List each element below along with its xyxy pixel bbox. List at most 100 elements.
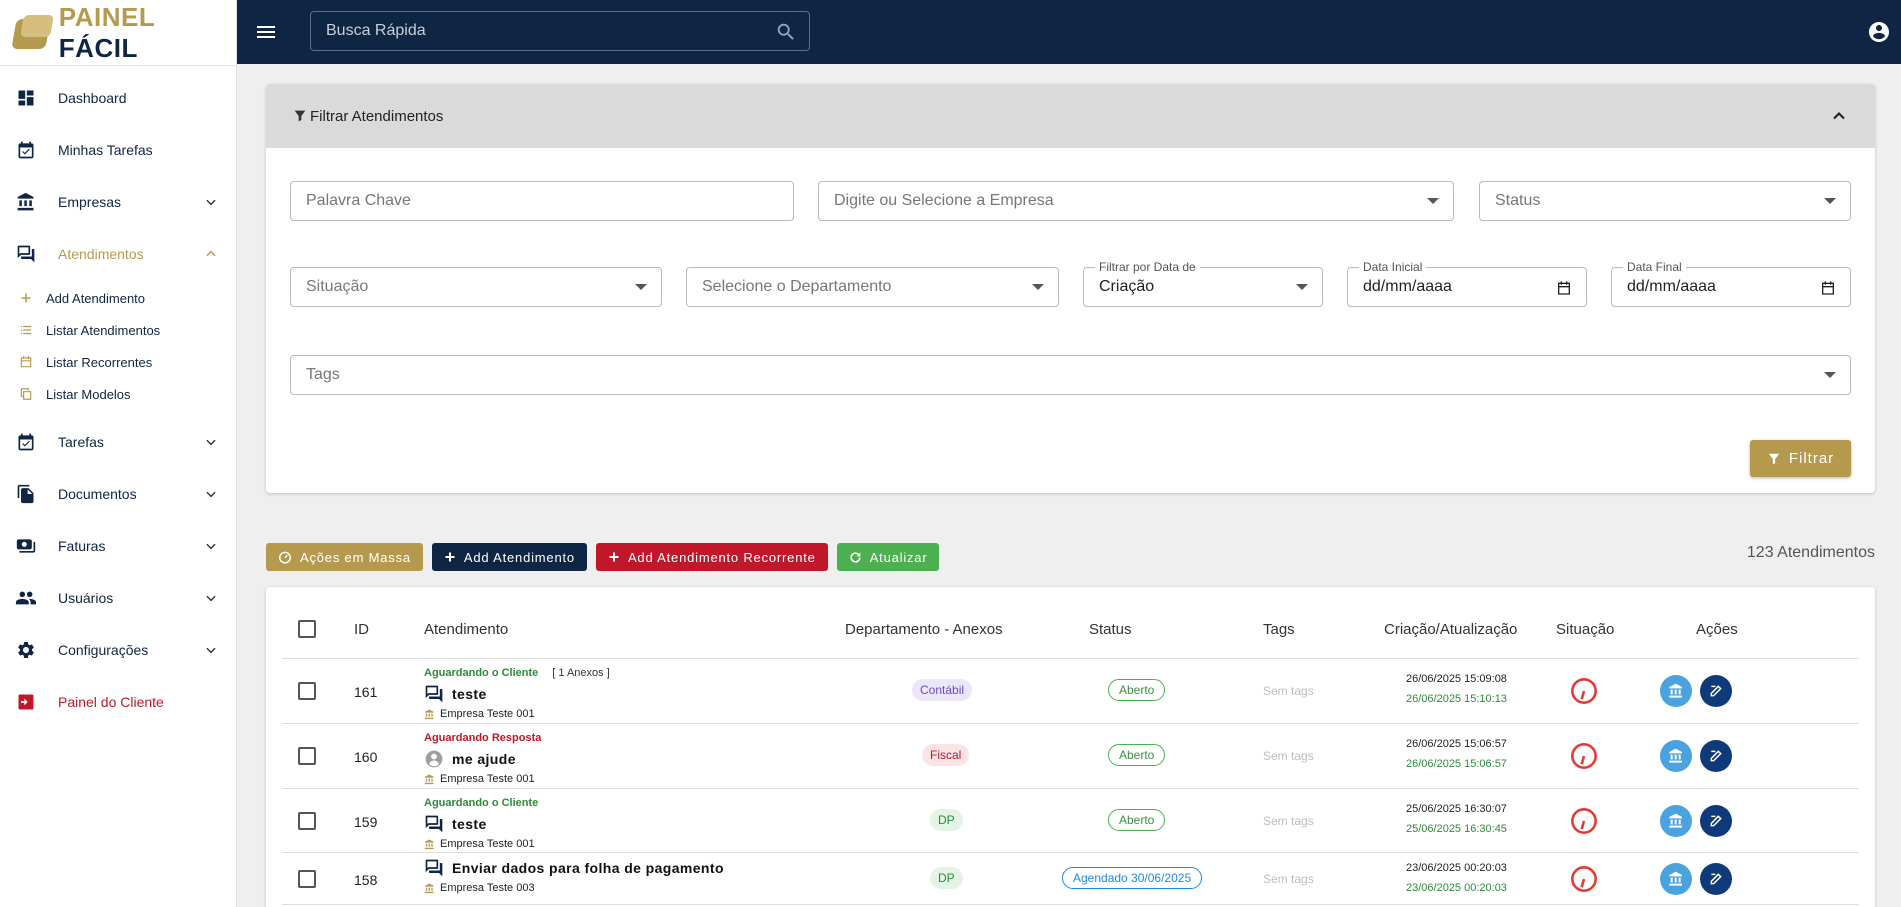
sidebar-item-configuracoes[interactable]: Configurações bbox=[0, 624, 236, 676]
row-title[interactable]: me ajude bbox=[452, 751, 516, 767]
refresh-label: Atualizar bbox=[869, 549, 928, 565]
search-input[interactable] bbox=[311, 12, 809, 50]
sidebar-subitem-listar-atendimentos[interactable]: Listar Atendimentos bbox=[0, 314, 236, 346]
edit-icon bbox=[1710, 873, 1722, 885]
status-select[interactable]: Status bbox=[1479, 181, 1851, 221]
sidebar-item-minhas-tarefas[interactable]: Minhas Tarefas bbox=[0, 124, 236, 176]
row-id: 160 bbox=[354, 749, 378, 765]
money-icon bbox=[14, 534, 38, 558]
sidebar-item-dashboard[interactable]: Dashboard bbox=[0, 72, 236, 124]
select-all-checkbox[interactable] bbox=[298, 620, 316, 638]
calendar-icon[interactable] bbox=[1556, 280, 1572, 296]
sidebar-item-usuarios[interactable]: Usuários bbox=[0, 572, 236, 624]
calendar-icon[interactable] bbox=[1820, 280, 1836, 296]
row-title[interactable]: Enviar dados para folha de pagamento bbox=[452, 860, 724, 876]
action-bar: Ações em Massa Add Atendimento Add Atend… bbox=[266, 543, 940, 571]
search-icon[interactable] bbox=[775, 21, 797, 43]
filter-header[interactable]: Filtrar Atendimentos bbox=[266, 84, 1875, 148]
header-atendimento[interactable]: Atendimento bbox=[424, 621, 508, 638]
header-situacao[interactable]: Situação bbox=[1556, 621, 1614, 638]
sidebar-item-label: Usuários bbox=[58, 590, 114, 606]
row-atendimento[interactable]: Enviar dados para folha de pagamento Emp… bbox=[424, 858, 724, 894]
row-atendimento[interactable]: Aguardando Resposta me ajude Empresa Tes… bbox=[424, 728, 541, 785]
header-acoes[interactable]: Ações bbox=[1696, 621, 1738, 638]
sidebar-item-faturas[interactable]: Faturas bbox=[0, 520, 236, 572]
sidebar-item-empresas[interactable]: Empresas bbox=[0, 176, 236, 228]
sidebar-subitem-add-atendimento[interactable]: Add Atendimento bbox=[0, 282, 236, 314]
add-recurring-button[interactable]: Add Atendimento Recorrente bbox=[595, 543, 828, 571]
row-checkbox[interactable] bbox=[298, 682, 316, 700]
sidebar-subitem-listar-modelos[interactable]: Listar Modelos bbox=[0, 378, 236, 410]
date-by-select[interactable]: Filtrar por Data de Criação bbox=[1083, 260, 1323, 307]
row-atendimento[interactable]: Aguardando o Cliente teste Empresa Teste… bbox=[424, 793, 538, 850]
row-tags: Sem tags bbox=[1263, 872, 1314, 886]
row-tags: Sem tags bbox=[1263, 749, 1314, 763]
row-title[interactable]: teste bbox=[452, 686, 487, 702]
bulk-actions-label: Ações em Massa bbox=[300, 549, 411, 565]
account-circle-icon bbox=[425, 750, 443, 768]
edit-button[interactable] bbox=[1700, 675, 1732, 707]
edit-button[interactable] bbox=[1700, 805, 1732, 837]
menu-icon[interactable] bbox=[254, 20, 278, 44]
row-state: Aguardando o Cliente bbox=[424, 797, 539, 809]
end-date-field[interactable]: Data Final dd/mm/aaaa bbox=[1611, 260, 1851, 307]
logo[interactable]: PAINEL FÁCIL bbox=[0, 0, 236, 66]
tags-select[interactable]: Tags bbox=[290, 355, 1851, 395]
edit-button[interactable] bbox=[1700, 863, 1732, 895]
filter-button[interactable]: Filtrar bbox=[1750, 440, 1851, 477]
table-row[interactable]: 159 Aguardando o Cliente teste Empresa T… bbox=[282, 789, 1859, 853]
row-title[interactable]: teste bbox=[452, 816, 487, 832]
row-checkbox[interactable] bbox=[298, 747, 316, 765]
department-badge: DP bbox=[930, 809, 963, 831]
start-date-field[interactable]: Data Inicial dd/mm/aaaa bbox=[1347, 260, 1587, 307]
refresh-button[interactable]: Atualizar bbox=[836, 543, 940, 571]
dashboard-icon bbox=[14, 86, 38, 110]
header-tags[interactable]: Tags bbox=[1263, 621, 1295, 638]
header-dates[interactable]: Criação/Atualização bbox=[1384, 621, 1517, 638]
clock-alert-icon bbox=[1571, 866, 1597, 892]
chevron-up-icon[interactable] bbox=[1829, 106, 1849, 126]
company-action-button[interactable] bbox=[1660, 863, 1692, 895]
row-tags: Sem tags bbox=[1263, 684, 1314, 698]
account-icon[interactable] bbox=[1867, 20, 1891, 44]
header-status[interactable]: Status bbox=[1089, 621, 1132, 638]
company-action-button[interactable] bbox=[1660, 805, 1692, 837]
sidebar-item-atendimentos[interactable]: Atendimentos bbox=[0, 228, 236, 280]
sidebar-item-tarefas[interactable]: Tarefas bbox=[0, 416, 236, 468]
situacao-placeholder: Situação bbox=[306, 278, 369, 295]
bank-icon bbox=[424, 838, 434, 849]
end-date-value: dd/mm/aaaa bbox=[1627, 278, 1716, 295]
keyword-field[interactable]: Palavra Chave bbox=[290, 181, 794, 221]
company-action-button[interactable] bbox=[1660, 740, 1692, 772]
row-company: Empresa Teste 001 bbox=[440, 773, 535, 785]
company-select[interactable]: Digite ou Selecione a Empresa bbox=[818, 181, 1454, 221]
sidebar-subitem-label: Listar Recorrentes bbox=[46, 354, 153, 370]
brand-name: PAINEL FÁCIL bbox=[59, 2, 236, 64]
edit-icon bbox=[1710, 750, 1722, 762]
row-checkbox[interactable] bbox=[298, 870, 316, 888]
chevron-down-icon bbox=[206, 647, 216, 654]
chevron-up-icon bbox=[206, 250, 216, 257]
row-checkbox[interactable] bbox=[298, 812, 316, 830]
row-atendimento[interactable]: Aguardando o Cliente [ 1 Anexos ] teste E… bbox=[424, 663, 610, 720]
status-badge: Agendado 30/06/2025 bbox=[1062, 867, 1203, 889]
edit-icon bbox=[1710, 685, 1722, 697]
header-id[interactable]: ID bbox=[354, 621, 369, 638]
table-row[interactable]: 158 Enviar dados para folha de pagamento… bbox=[282, 853, 1859, 905]
edit-button[interactable] bbox=[1700, 740, 1732, 772]
sidebar-item-documentos[interactable]: Documentos bbox=[0, 468, 236, 520]
end-date-label: Data Final bbox=[1623, 260, 1686, 274]
dropdown-caret-icon bbox=[1427, 198, 1439, 204]
department-select[interactable]: Selecione o Departamento bbox=[686, 267, 1059, 307]
table-row[interactable]: 160 Aguardando Resposta me ajude Empresa… bbox=[282, 724, 1859, 789]
company-action-button[interactable] bbox=[1660, 675, 1692, 707]
sidebar-item-painel-do-cliente[interactable]: Painel do Cliente bbox=[0, 676, 236, 728]
situacao-select[interactable]: Situação bbox=[290, 267, 662, 307]
add-atendimento-button[interactable]: Add Atendimento bbox=[431, 543, 587, 571]
header-departamento[interactable]: Departamento - Anexos bbox=[845, 621, 1003, 638]
sidebar-item-label: Documentos bbox=[58, 486, 137, 502]
sidebar-subitem-listar-recorrentes[interactable]: Listar Recorrentes bbox=[0, 346, 236, 378]
filter-icon bbox=[1768, 453, 1780, 464]
table-row[interactable]: 161 Aguardando o Cliente [ 1 Anexos ] tes… bbox=[282, 659, 1859, 724]
bulk-actions-button[interactable]: Ações em Massa bbox=[266, 543, 423, 571]
